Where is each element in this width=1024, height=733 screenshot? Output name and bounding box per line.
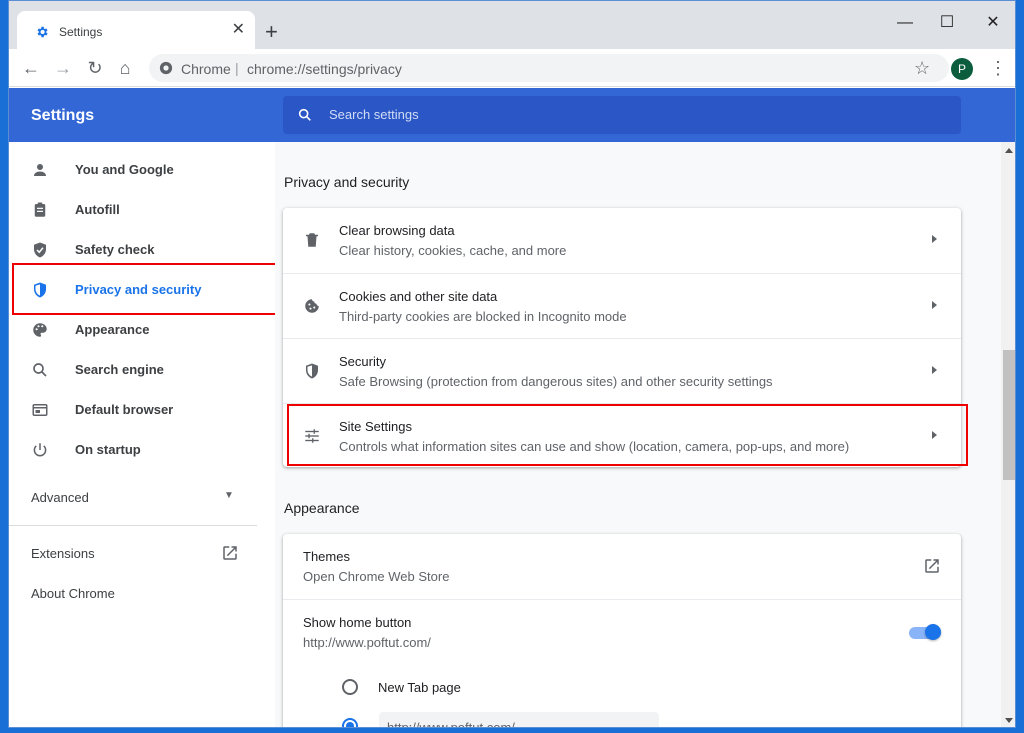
omnibox-chrome-label: Chrome [181,61,231,77]
settings-header: Settings Search settings [9,88,1015,142]
home-button-toggle[interactable] [909,624,941,640]
row-subtitle: Third-party cookies are blocked in Incog… [339,309,627,324]
row-clear-browsing-data[interactable]: Clear browsing data Clear history, cooki… [283,208,961,273]
gear-icon [37,26,48,38]
toggle-knob [925,624,941,640]
row-title: Security [339,354,386,369]
new-tab-button[interactable]: + [265,21,278,43]
sidebar-item-appearance[interactable]: Appearance [9,310,275,350]
row-title: Clear browsing data [339,223,455,238]
address-bar[interactable]: Chrome | chrome://settings/privacy [149,54,949,82]
power-icon [33,443,47,457]
appearance-card: Themes Open Chrome Web Store Show home b… [283,534,961,727]
bookmark-star-icon[interactable]: ☆ [914,56,930,80]
forward-button[interactable]: → [51,56,75,80]
sidebar-item-extensions[interactable]: Extensions [31,546,95,561]
sidebar-item-label: You and Google [75,162,174,177]
sidebar-advanced-toggle[interactable]: Advanced [31,490,89,505]
maximize-button[interactable]: ☐ [927,11,967,35]
scroll-down-arrow[interactable] [1005,718,1013,723]
tab-close-button[interactable]: ✕ [232,22,245,38]
tab-settings[interactable]: Settings ✕ [17,11,255,49]
row-show-home-button[interactable]: Show home button http://www.poftut.com/ [283,599,961,664]
minimize-button[interactable]: — [885,11,925,35]
external-link-icon[interactable] [923,557,941,575]
home-button[interactable]: ⌂ [113,56,137,80]
person-icon [34,164,46,176]
settings-title: Settings [31,107,95,124]
row-title: Cookies and other site data [339,289,498,304]
caret-down-icon[interactable]: ▼ [224,490,234,501]
sidebar-item-search-engine[interactable]: Search engine [9,350,275,390]
highlight-box-privacy [12,263,280,315]
sidebar-item-label: Search engine [75,362,164,377]
profile-avatar[interactable]: P [951,58,973,80]
home-url-input[interactable]: http://www.poftut.com/ [379,712,659,727]
shield-icon [306,363,318,379]
sidebar-item-you-and-google[interactable]: You and Google [9,150,275,190]
row-themes[interactable]: Themes Open Chrome Web Store [283,534,961,599]
arrow-right-icon [932,235,937,243]
row-security[interactable]: Security Safe Browsing (protection from … [283,338,961,403]
tab-title: Settings [59,25,103,39]
sidebar-item-label: Appearance [75,322,150,337]
row-subtitle: Safe Browsing (protection from dangerous… [339,374,773,389]
radio-label-new-tab: New Tab page [378,680,461,695]
sidebar-item-autofill[interactable]: Autofill [9,190,275,230]
trash-icon [306,233,318,247]
sidebar-item-label: Default browser [75,402,174,417]
url-text[interactable]: chrome://settings/privacy [247,61,402,77]
scroll-up-arrow[interactable] [1005,148,1013,153]
row-subtitle: http://www.poftut.com/ [303,635,431,650]
cookie-icon [305,299,319,313]
chrome-icon [159,61,173,75]
search-icon [33,363,47,377]
search-icon [298,108,311,121]
sidebar-item-label: Safety check [75,242,155,257]
menu-dots-icon[interactable]: ⋮ [989,56,1007,80]
radio-custom-url[interactable] [342,718,358,727]
back-button[interactable]: ← [19,56,43,80]
sidebar-item-default-browser[interactable]: Default browser [9,390,275,430]
sidebar-item-label: On startup [75,442,141,457]
search-settings-input[interactable]: Search settings [283,96,961,134]
browser-icon [32,404,48,416]
scroll-thumb[interactable] [1003,350,1015,480]
sidebar-item-label: Autofill [75,202,120,217]
row-subtitle: Clear history, cookies, cache, and more [339,243,567,258]
arrow-right-icon [932,301,937,309]
tab-strip: Settings ✕ + — ☐ ✕ [9,1,1015,49]
row-subtitle: Open Chrome Web Store [303,569,450,584]
appearance-section-title: Appearance [284,500,360,516]
row-title: Show home button [303,615,412,630]
settings-sidebar: You and Google Autofill Safety check Pri… [9,142,275,727]
sidebar-divider [9,525,257,526]
sidebar-item-about-chrome[interactable]: About Chrome [31,586,115,601]
row-cookies[interactable]: Cookies and other site data Third-party … [283,273,961,338]
omnibox-separator: | [235,60,239,76]
external-link-icon[interactable] [221,544,239,562]
arrow-right-icon [932,366,937,374]
radio-new-tab-page[interactable] [342,679,358,695]
close-window-button[interactable]: ✕ [973,11,1013,35]
row-title: Themes [303,549,350,564]
highlight-box-site-settings [287,404,968,466]
shield-check-icon [34,242,46,258]
clipboard-icon [34,202,46,217]
reload-button[interactable]: ↻ [83,56,107,80]
browser-toolbar: ← → ↻ ⌂ Chrome | chrome://settings/priva… [9,49,1015,87]
privacy-section-title: Privacy and security [284,174,410,190]
search-placeholder: Search settings [329,107,419,122]
sidebar-item-on-startup[interactable]: On startup [9,430,275,470]
palette-icon [33,323,47,337]
browser-window: Settings ✕ + — ☐ ✕ ← → ↻ ⌂ Chrome | chro… [8,0,1016,728]
page-scrollbar[interactable] [1001,142,1015,727]
